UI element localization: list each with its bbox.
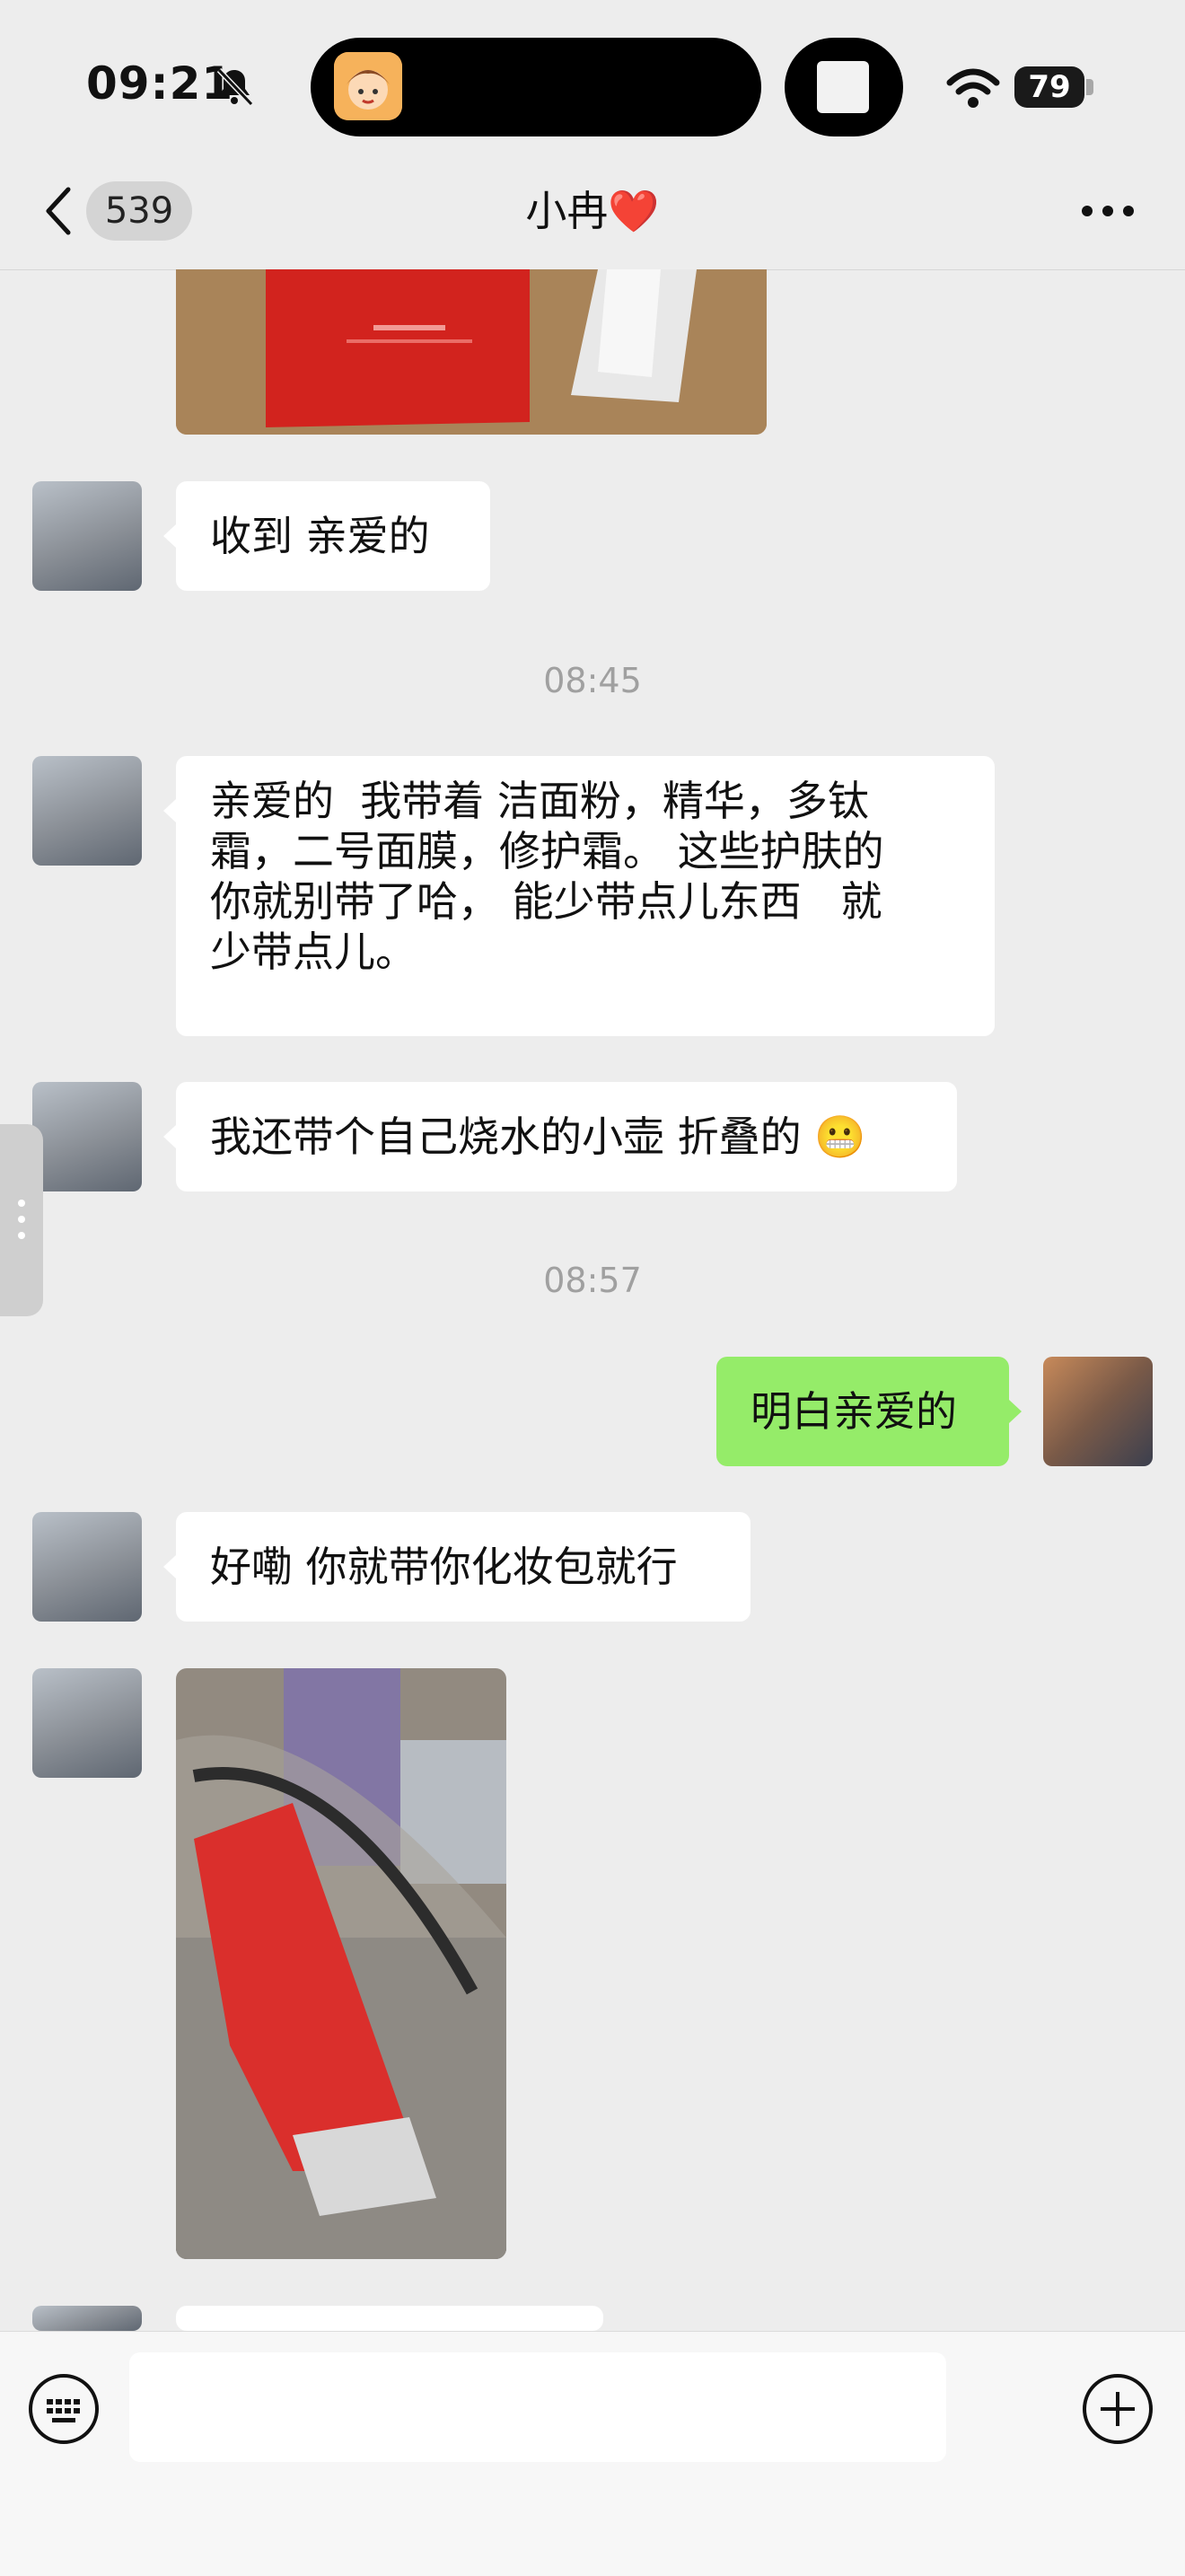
- live-activity-thumbnail: [817, 61, 869, 113]
- contact-avatar[interactable]: [32, 481, 142, 591]
- image-message-cosmetic-bag[interactable]: [176, 1668, 506, 2259]
- bubble-tail: [163, 1125, 176, 1148]
- bubble-tail: [1009, 1400, 1022, 1423]
- chat-title: 小冉❤️: [525, 187, 660, 235]
- contact-avatar[interactable]: [32, 1082, 142, 1191]
- message-bubble-partial[interactable]: [176, 2306, 603, 2331]
- app-avatar-icon[interactable]: [334, 52, 402, 120]
- contact-avatar[interactable]: [32, 1668, 142, 1778]
- message-timestamp: 08:57: [543, 1261, 642, 1300]
- plus-circle-icon[interactable]: [1081, 2372, 1154, 2446]
- image-message-products[interactable]: [176, 269, 767, 435]
- battery-icon: 79: [1014, 66, 1084, 108]
- keyboard-icon[interactable]: [27, 2372, 101, 2446]
- bubble-tail: [163, 1555, 176, 1578]
- my-avatar[interactable]: [1043, 1357, 1153, 1466]
- contact-avatar[interactable]: [32, 2306, 142, 2331]
- more-dots-icon[interactable]: [1081, 205, 1135, 217]
- bubble-tail: [163, 799, 176, 822]
- message-bubble[interactable]: 我还带个自己烧水的小壶 折叠的 😬: [176, 1082, 957, 1191]
- message-bubble[interactable]: 好嘞 你就带你化妆包就行: [176, 1512, 750, 1622]
- bell-muted-icon: [216, 67, 254, 107]
- message-bubble[interactable]: 收到 亲爱的: [176, 481, 490, 591]
- wifi-icon: [946, 68, 1000, 108]
- my-message-bubble[interactable]: 明白亲爱的: [716, 1357, 1009, 1466]
- contact-avatar[interactable]: [32, 1512, 142, 1622]
- message-bubble[interactable]: 亲爱的 我带着 洁面粉，精华，多钛 霜，二号面膜，修护霜。 这些护肤的 你就别带…: [176, 756, 995, 1036]
- message-timestamp: 08:45: [543, 661, 642, 700]
- message-input[interactable]: [129, 2352, 946, 2462]
- bubble-tail: [163, 524, 176, 548]
- contact-avatar[interactable]: [32, 756, 142, 866]
- battery-cap: [1086, 79, 1093, 95]
